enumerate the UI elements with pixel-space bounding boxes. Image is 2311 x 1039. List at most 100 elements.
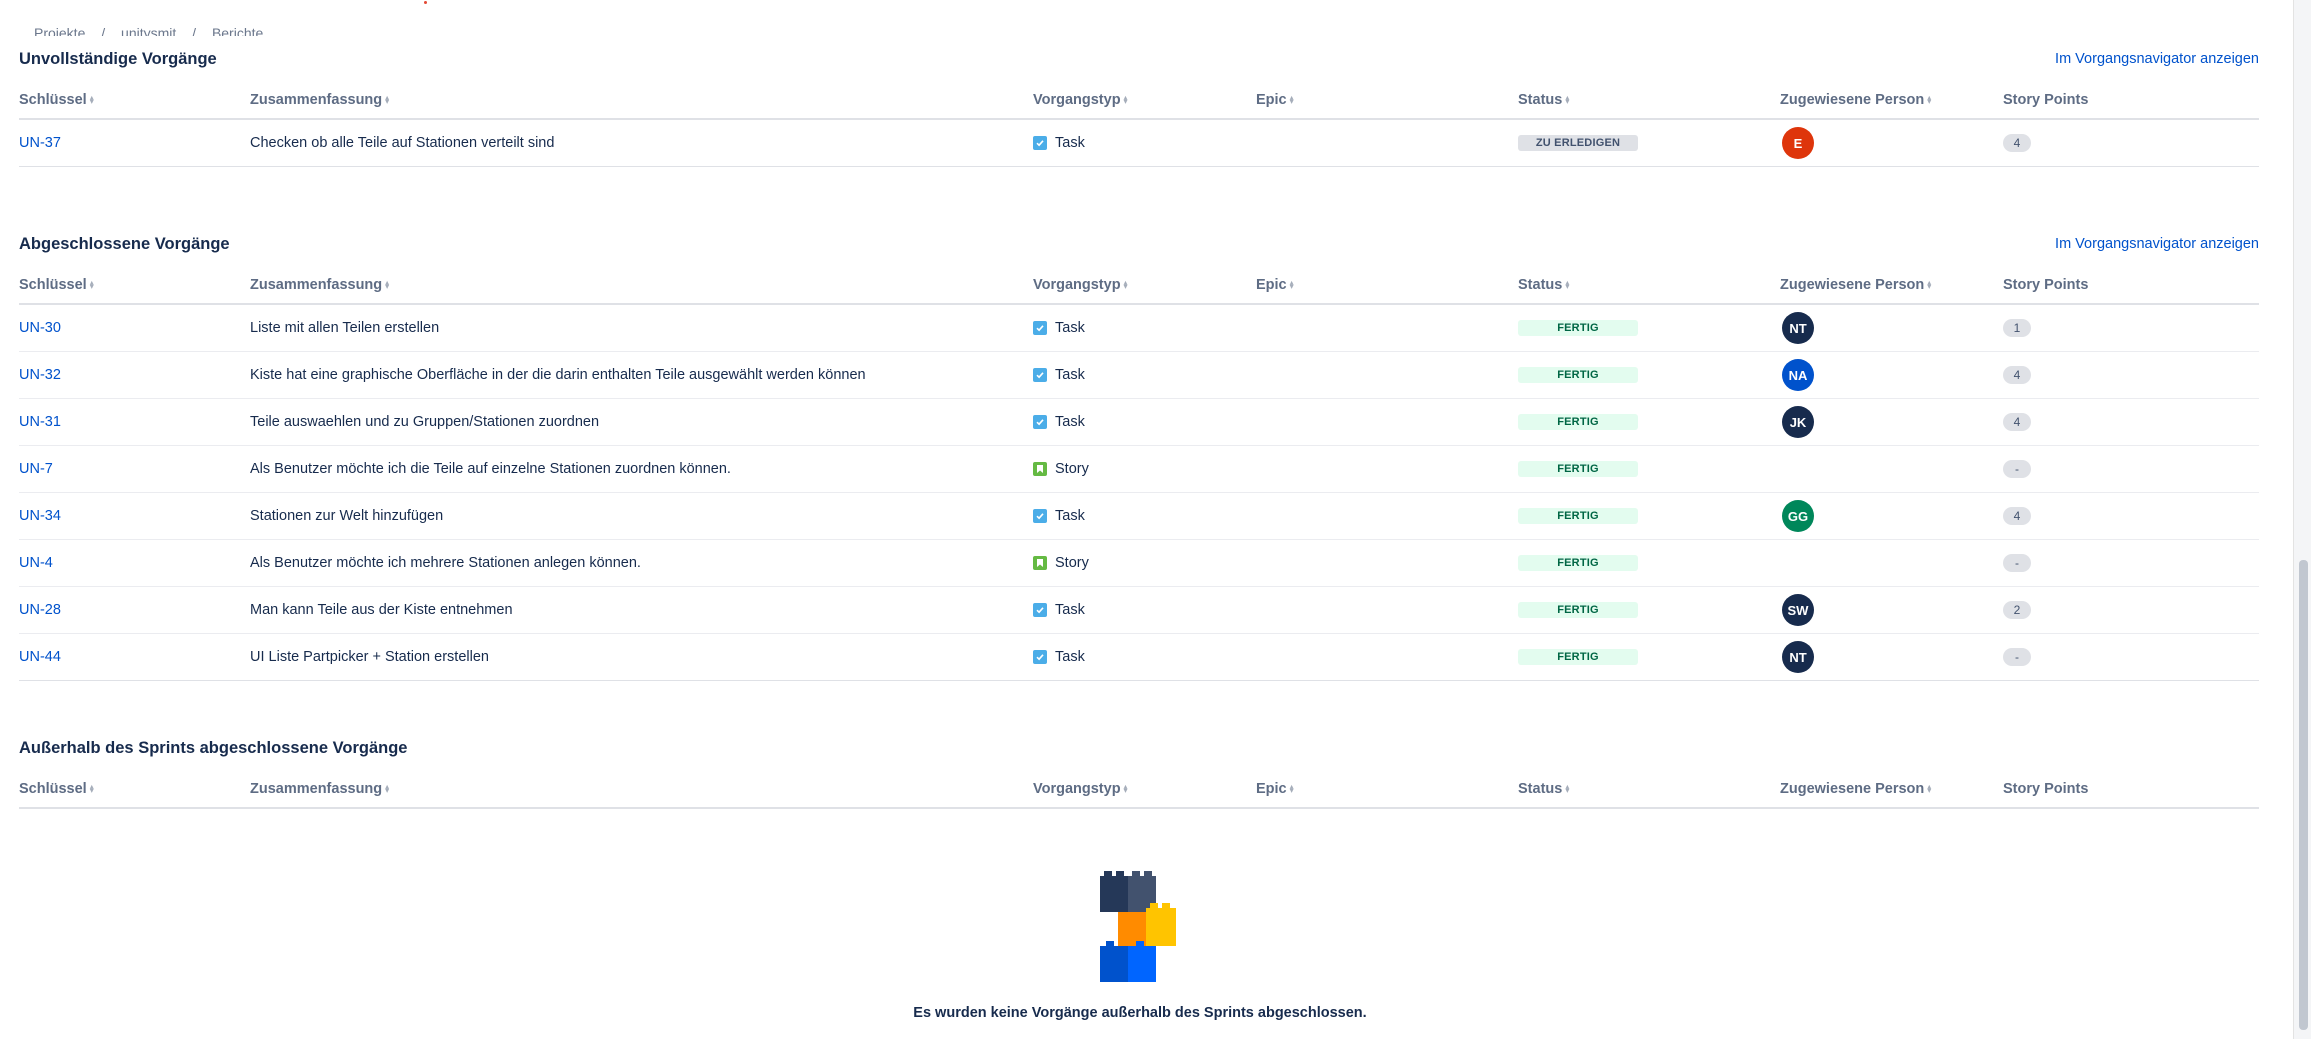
- column-header-label: Schlüssel: [19, 781, 87, 797]
- vertical-scrollbar[interactable]: [2293, 0, 2311, 1039]
- column-key-header[interactable]: Schlüssel ▴ ▾: [19, 277, 96, 293]
- sort-icon: ▴ ▾: [1123, 782, 1128, 796]
- task-icon: [1033, 368, 1047, 382]
- issue-type-label: Task: [1055, 320, 1085, 336]
- lego-blocks-icon: [1100, 871, 1176, 982]
- avatar[interactable]: SW: [1782, 594, 1814, 626]
- issue-key-link[interactable]: UN-30: [19, 305, 61, 351]
- issue-assignee: NA: [1782, 352, 1814, 398]
- issue-type: Task: [1033, 493, 1085, 539]
- breadcrumb-reports[interactable]: Berichte: [212, 25, 263, 36]
- section-incomplete-issues: Unvollständige Vorgänge Im Vorgangsnavig…: [19, 48, 2259, 167]
- issue-key-link[interactable]: UN-7: [19, 446, 53, 492]
- issue-status: FERTIG: [1518, 634, 1638, 680]
- table-row[interactable]: UN-28 Man kann Teile aus der Kiste entneh…: [19, 587, 2259, 634]
- scrollbar-thumb[interactable]: [2299, 560, 2308, 1030]
- column-story-points-header[interactable]: Story Points: [2003, 92, 2088, 108]
- column-type-header[interactable]: Vorgangstyp ▴ ▾: [1033, 92, 1130, 108]
- issue-summary: Teile auswaehlen und zu Gruppen/Statione…: [250, 414, 600, 430]
- status-lozenge: FERTIG: [1518, 414, 1638, 430]
- task-icon: [1033, 509, 1047, 523]
- column-summary-header[interactable]: Zusammenfassung ▴ ▾: [250, 92, 391, 108]
- issue-key-link[interactable]: UN-4: [19, 540, 53, 586]
- issue-type: Task: [1033, 634, 1085, 680]
- issue-key-link[interactable]: UN-31: [19, 399, 61, 445]
- avatar[interactable]: NA: [1782, 359, 1814, 391]
- table-row[interactable]: UN-4 Als Benutzer möchte ich mehrere Stat…: [19, 540, 2259, 587]
- story-icon: [1033, 462, 1047, 476]
- sort-icon: ▴ ▾: [385, 278, 390, 292]
- table-row[interactable]: UN-7 Als Benutzer möchte ich die Teile au…: [19, 446, 2259, 493]
- breadcrumb-project[interactable]: unitysmit: [121, 25, 176, 36]
- column-type-header[interactable]: Vorgangstyp ▴ ▾: [1033, 277, 1130, 293]
- sort-icon: ▴ ▾: [1565, 93, 1570, 107]
- table-row[interactable]: UN-37 Checken ob alle Teile auf Stationen…: [19, 120, 2259, 167]
- column-status-header[interactable]: Status ▴ ▾: [1518, 277, 1571, 293]
- column-header-label: Zugewiesene Person: [1780, 781, 1925, 797]
- issue-key-link[interactable]: UN-32: [19, 352, 61, 398]
- column-type-header[interactable]: Vorgangstyp ▴ ▾: [1033, 781, 1130, 797]
- table-header: Schlüssel ▴ ▾ Zusammenfassung ▴ ▾ Vorgangstyp ▴…: [19, 82, 2259, 120]
- column-epic-header[interactable]: Epic ▴ ▾: [1256, 92, 1296, 108]
- issue-key-link[interactable]: UN-34: [19, 493, 61, 539]
- column-assignee-header[interactable]: Zugewiesene Person ▴ ▾: [1780, 781, 1933, 797]
- issue-key-link[interactable]: UN-37: [19, 120, 61, 166]
- table-row[interactable]: UN-44 UI Liste Partpicker + Station erste…: [19, 634, 2259, 681]
- issue-assignee: NT: [1782, 305, 1814, 351]
- breadcrumb-projects[interactable]: Projekte: [34, 25, 85, 36]
- column-header-label: Zusammenfassung: [250, 277, 383, 293]
- column-header-label: Schlüssel: [19, 277, 87, 293]
- section-title: Unvollständige Vorgänge: [19, 49, 217, 68]
- issue-story-points: 4: [2003, 493, 2031, 539]
- column-summary-header[interactable]: Zusammenfassung ▴ ▾: [250, 781, 391, 797]
- section-completed-issues: Abgeschlossene Vorgänge Im Vorgangsnavig…: [19, 233, 2259, 681]
- section-title: Abgeschlossene Vorgänge: [19, 234, 230, 253]
- issue-status: FERTIG: [1518, 493, 1638, 539]
- sort-icon: ▴ ▾: [1123, 93, 1128, 107]
- column-story-points-header[interactable]: Story Points: [2003, 781, 2088, 797]
- sort-icon: ▴ ▾: [89, 782, 94, 796]
- issue-status: FERTIG: [1518, 399, 1638, 445]
- open-in-issue-navigator-link[interactable]: Im Vorgangsnavigator anzeigen: [2055, 51, 2259, 67]
- column-header-label: Story Points: [2003, 781, 2089, 797]
- table-row[interactable]: UN-30 Liste mit allen Teilen erstellen Tas…: [19, 305, 2259, 352]
- story-points-badge: -: [2003, 648, 2031, 666]
- table-header: Schlüssel ▴ ▾ Zusammenfassung ▴ ▾ Vorgangstyp ▴…: [19, 267, 2259, 305]
- table-row[interactable]: UN-34 Stationen zur Welt hinzufügen Task FE…: [19, 493, 2259, 540]
- issue-key-link[interactable]: UN-28: [19, 587, 61, 633]
- status-lozenge: FERTIG: [1518, 555, 1638, 571]
- status-lozenge: FERTIG: [1518, 320, 1638, 336]
- column-status-header[interactable]: Status ▴ ▾: [1518, 781, 1571, 797]
- section-title: Außerhalb des Sprints abgeschlossene Vor…: [19, 738, 408, 757]
- avatar[interactable]: GG: [1782, 500, 1814, 532]
- avatar[interactable]: JK: [1782, 406, 1814, 438]
- issue-assignee: JK: [1782, 399, 1814, 445]
- column-story-points-header[interactable]: Story Points: [2003, 277, 2088, 293]
- avatar[interactable]: NT: [1782, 312, 1814, 344]
- column-status-header[interactable]: Status ▴ ▾: [1518, 92, 1571, 108]
- column-assignee-header[interactable]: Zugewiesene Person ▴ ▾: [1780, 92, 1933, 108]
- story-points-badge: 4: [2003, 134, 2031, 152]
- column-epic-header[interactable]: Epic ▴ ▾: [1256, 781, 1296, 797]
- issue-assignee: E: [1782, 120, 1814, 166]
- avatar[interactable]: NT: [1782, 641, 1814, 673]
- issue-type: Task: [1033, 305, 1085, 351]
- issue-summary: Checken ob alle Teile auf Stationen vert…: [250, 135, 555, 151]
- issue-story-points: 2: [2003, 587, 2031, 633]
- column-assignee-header[interactable]: Zugewiesene Person ▴ ▾: [1780, 277, 1933, 293]
- issue-story-points: -: [2003, 634, 2031, 680]
- table-row[interactable]: UN-31 Teile auswaehlen und zu Gruppen/Sta…: [19, 399, 2259, 446]
- open-in-issue-navigator-link[interactable]: Im Vorgangsnavigator anzeigen: [2055, 236, 2259, 252]
- sort-icon: ▴ ▾: [385, 782, 390, 796]
- column-key-header[interactable]: Schlüssel ▴ ▾: [19, 781, 96, 797]
- issue-type-label: Task: [1055, 414, 1085, 430]
- sort-icon: ▴ ▾: [1927, 93, 1932, 107]
- sort-icon: ▴ ▾: [385, 93, 390, 107]
- column-summary-header[interactable]: Zusammenfassung ▴ ▾: [250, 277, 391, 293]
- table-row[interactable]: UN-32 Kiste hat eine graphische Oberfläch…: [19, 352, 2259, 399]
- column-key-header[interactable]: Schlüssel ▴ ▾: [19, 92, 96, 108]
- column-epic-header[interactable]: Epic ▴ ▾: [1256, 277, 1296, 293]
- column-header-label: Epic: [1256, 277, 1287, 293]
- avatar[interactable]: E: [1782, 127, 1814, 159]
- issue-key-link[interactable]: UN-44: [19, 634, 61, 680]
